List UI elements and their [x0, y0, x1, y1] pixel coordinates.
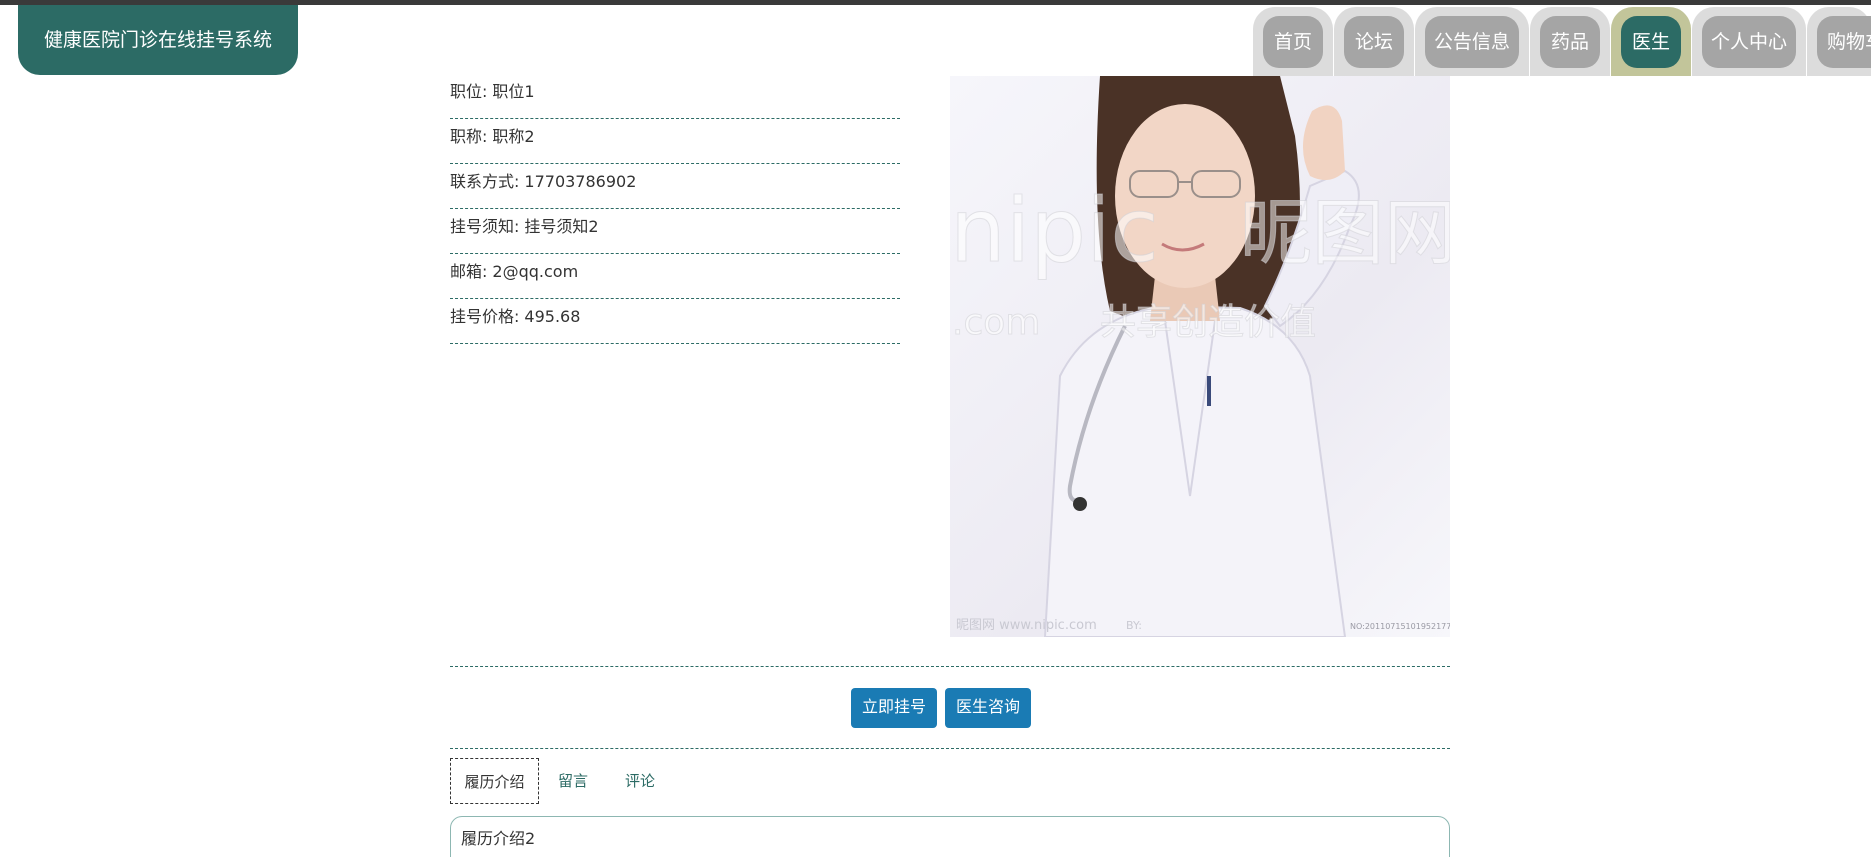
- field-label: 邮箱: [450, 262, 483, 281]
- info-row-title: 职称: 职称2: [450, 119, 900, 164]
- field-colon: :: [482, 127, 488, 146]
- divider-top: [450, 666, 1450, 667]
- nav-item-forum[interactable]: 论坛: [1334, 7, 1414, 76]
- nav-item-cart[interactable]: 购物车: [1807, 7, 1871, 76]
- field-colon: :: [482, 262, 488, 281]
- field-label: 职称: [450, 127, 483, 146]
- doctor-photo: nipic 昵图网 .com 共享创造价值 昵图网 www.nipic.com …: [950, 76, 1450, 637]
- field-colon: :: [514, 307, 520, 326]
- resume-text: 履历介绍2: [461, 829, 536, 848]
- nav-item-label: 医生: [1621, 16, 1681, 68]
- tab-resume[interactable]: 履历介绍: [450, 758, 539, 804]
- tab-content: 履历介绍2: [450, 816, 1450, 857]
- field-value: 17703786902: [524, 172, 637, 191]
- watermark-com: .com: [952, 302, 1040, 343]
- nav-item-home[interactable]: 首页: [1253, 7, 1333, 76]
- photo-footer-mid: BY:: [1126, 619, 1142, 632]
- field-value: 职称2: [492, 127, 535, 146]
- nav-item-label: 个人中心: [1702, 16, 1796, 68]
- register-button[interactable]: 立即挂号: [851, 688, 938, 728]
- nav-item-label: 公告信息: [1425, 16, 1519, 68]
- watermark-cn: 昵图网: [1240, 191, 1450, 275]
- nav-item-label: 药品: [1540, 16, 1600, 68]
- field-value: 职位1: [492, 82, 535, 101]
- nav-item-doctor[interactable]: 医生: [1611, 7, 1691, 76]
- photo-footer-right: NO:20110715101952177099: [1350, 622, 1450, 631]
- info-row-price: 挂号价格: 495.68: [450, 299, 900, 344]
- pen-shape: [1207, 376, 1211, 406]
- field-label: 职位: [450, 82, 483, 101]
- field-value: 挂号须知2: [524, 217, 599, 236]
- watermark-main: nipic: [950, 179, 1159, 282]
- photo-footer-left: 昵图网 www.nipic.com: [956, 618, 1097, 633]
- nav-item-medicine[interactable]: 药品: [1530, 7, 1610, 76]
- field-colon: :: [482, 82, 488, 101]
- divider-bottom: [450, 748, 1450, 749]
- field-label: 挂号价格: [450, 307, 515, 326]
- field-label: 联系方式: [450, 172, 515, 191]
- tab-messages[interactable]: 留言: [550, 758, 596, 804]
- tab-comments[interactable]: 评论: [617, 758, 663, 804]
- nav-item-label: 首页: [1263, 16, 1323, 68]
- field-colon: :: [514, 172, 520, 191]
- consult-button[interactable]: 医生咨询: [945, 688, 1032, 728]
- watermark-slogan: 共享创造价值: [1100, 302, 1316, 343]
- info-row-position: 职位: 职位1: [450, 74, 900, 119]
- nav-item-notices[interactable]: 公告信息: [1415, 7, 1529, 76]
- field-colon: :: [514, 217, 520, 236]
- stethoscope-head: [1073, 497, 1087, 511]
- hand-shape: [1302, 105, 1345, 180]
- field-value: 495.68: [524, 307, 581, 326]
- doctor-info-list: 职位: 职位1 职称: 职称2 联系方式: 17703786902 挂号须知: 挂号须知…: [450, 74, 900, 344]
- field-label: 挂号须知: [450, 217, 515, 236]
- site-logo[interactable]: 健康医院门诊在线挂号系统: [18, 5, 298, 75]
- nav-item-label: 购物车: [1817, 16, 1871, 68]
- info-row-notice: 挂号须知: 挂号须知2: [450, 209, 900, 254]
- nav-item-label: 论坛: [1344, 16, 1404, 68]
- nav-item-profile[interactable]: 个人中心: [1692, 7, 1806, 76]
- field-value: 2@qq.com: [492, 262, 579, 281]
- doctor-illustration: nipic 昵图网 .com 共享创造价值 昵图网 www.nipic.com …: [950, 76, 1450, 637]
- info-row-phone: 联系方式: 17703786902: [450, 164, 900, 209]
- info-row-email: 邮箱: 2@qq.com: [450, 254, 900, 299]
- coat-shape: [1043, 304, 1347, 637]
